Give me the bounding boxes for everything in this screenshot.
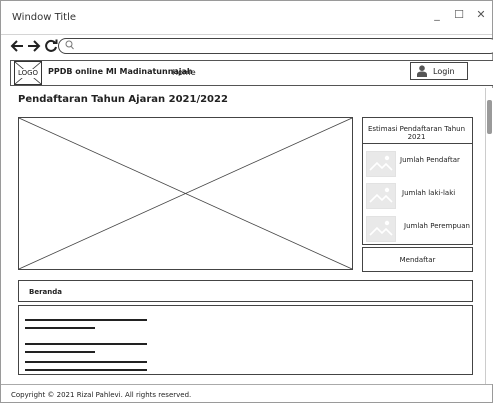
register-label: Mendaftar	[399, 256, 436, 264]
nav-controls	[10, 39, 58, 56]
page-title: Pendaftaran Tahun Ajaran 2021/2022	[18, 94, 228, 105]
text-placeholder-line	[25, 361, 147, 363]
scrollbar-thumb[interactable]	[487, 100, 492, 134]
beranda-section-header: Beranda	[18, 280, 473, 302]
image-placeholder-icon	[366, 151, 396, 177]
scrollbar[interactable]	[485, 88, 493, 384]
beranda-label: Beranda	[29, 288, 62, 296]
nav-home-link[interactable]: Home	[172, 68, 196, 77]
text-placeholder-line	[25, 351, 95, 353]
estimasi-title: Estimasi Pendaftaran Tahun 2021	[367, 125, 466, 141]
copyright-text: Copyright © 2021 Rizal Pahlevi. All righ…	[11, 391, 192, 399]
url-input[interactable]	[77, 40, 477, 52]
forward-icon[interactable]	[27, 39, 41, 56]
search-icon	[65, 40, 74, 53]
footer: Copyright © 2021 Rizal Pahlevi. All righ…	[1, 384, 492, 402]
image-placeholder-icon	[366, 183, 396, 209]
reload-icon[interactable]	[44, 39, 58, 56]
url-bar[interactable]	[58, 38, 493, 54]
site-name[interactable]: PPDB online MI Madinatunnajah	[48, 67, 193, 76]
estimasi-item-jumlah-perempuan: Jumlah Perempuan	[404, 222, 470, 230]
estimasi-item-jumlah-laki-laki: Jumlah laki-laki	[402, 189, 456, 197]
back-icon[interactable]	[10, 39, 24, 56]
content-area	[18, 305, 473, 375]
estimasi-header: Estimasi Pendaftaran Tahun 2021	[362, 117, 473, 144]
estimasi-item-jumlah-pendaftar: Jumlah Pendaftar	[400, 156, 460, 164]
image-placeholder-icon	[366, 216, 396, 242]
text-placeholder-line	[25, 343, 147, 345]
image-placeholder-icon	[18, 117, 353, 270]
text-placeholder-line	[25, 319, 147, 321]
close-icon[interactable]: ✕	[475, 8, 487, 21]
login-label: Login	[433, 67, 455, 76]
text-placeholder-line	[25, 369, 147, 371]
logo: LOGO	[14, 61, 42, 85]
login-button[interactable]: Login	[410, 62, 468, 80]
maximize-icon[interactable]: ☐	[453, 8, 465, 21]
window-title: Window Title	[12, 12, 77, 23]
window-controls: _ ☐ ✕	[431, 8, 487, 21]
user-icon	[417, 65, 427, 77]
register-button[interactable]: Mendaftar	[362, 247, 473, 272]
text-placeholder-line	[25, 327, 95, 329]
logo-text: LOGO	[15, 69, 41, 78]
hero-image-placeholder	[18, 117, 353, 270]
minimize-icon[interactable]: _	[431, 8, 443, 21]
